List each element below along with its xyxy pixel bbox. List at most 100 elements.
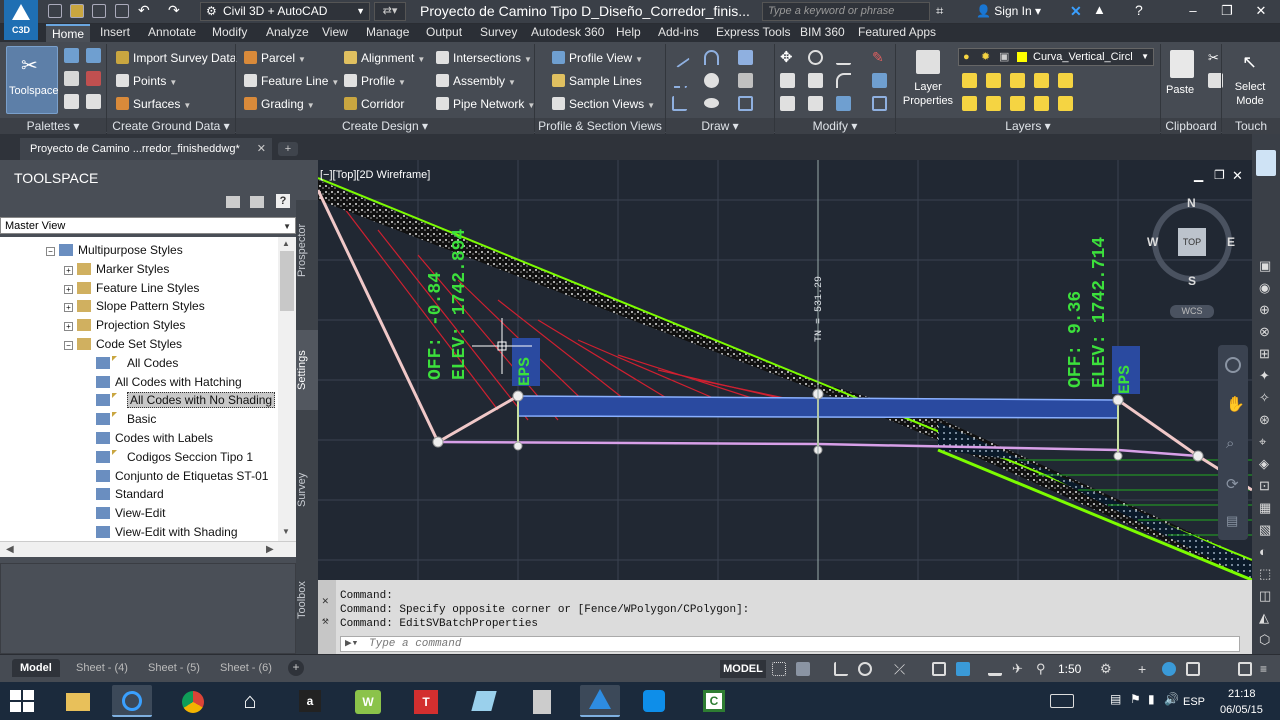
zoom-icon[interactable]: ⌕ bbox=[1226, 435, 1234, 452]
scroll-left-icon[interactable]: ◀ bbox=[6, 542, 14, 558]
tree-item[interactable]: Standard bbox=[96, 485, 164, 503]
compass-w[interactable]: W bbox=[1147, 235, 1158, 249]
annotation-scale-dropdown[interactable]: 1:50 bbox=[1058, 662, 1081, 676]
workspace-dropdown[interactable]: ⚙ Civil 3D + AutoCAD ▼ bbox=[200, 2, 370, 21]
tree-item[interactable]: Basic bbox=[96, 410, 156, 428]
new-tab-button[interactable]: + bbox=[278, 142, 298, 156]
panel-modify[interactable]: Modify ▾ bbox=[775, 118, 895, 134]
copy-icon[interactable] bbox=[780, 73, 795, 88]
tool-icon[interactable]: ⌖ bbox=[1259, 434, 1266, 450]
surfaces-button[interactable]: Surfaces ▼ bbox=[116, 96, 191, 112]
compass-n[interactable]: N bbox=[1187, 196, 1196, 210]
panel-clipboard[interactable]: Clipboard bbox=[1161, 118, 1221, 134]
tab-prospector[interactable]: Prospector bbox=[296, 210, 318, 290]
print-icon[interactable] bbox=[115, 4, 129, 18]
tree-item[interactable]: View-Edit bbox=[96, 504, 165, 522]
layer-tool-icon[interactable] bbox=[1034, 96, 1049, 111]
tool-icon[interactable]: ⊕ bbox=[1259, 302, 1270, 318]
rotate-icon[interactable] bbox=[808, 50, 823, 65]
windows-start-icon[interactable] bbox=[10, 690, 34, 712]
profile-view-button[interactable]: Profile View ▼ bbox=[552, 50, 643, 66]
tab-output[interactable]: Output bbox=[420, 24, 468, 42]
tree-vertical-scrollbar[interactable]: ▲ ▼ bbox=[278, 237, 296, 541]
tool-icon[interactable]: ⬚ bbox=[1259, 566, 1271, 582]
erase-icon[interactable]: ✎ bbox=[872, 50, 887, 65]
fillet-icon[interactable] bbox=[836, 73, 851, 88]
move-icon[interactable]: ✥ bbox=[780, 50, 795, 65]
autocad-civil3d-icon[interactable] bbox=[580, 685, 620, 717]
tool-icon[interactable]: ◫ bbox=[1259, 588, 1271, 604]
command-window-handle[interactable]: ✕ ⚒ bbox=[318, 580, 336, 654]
hatch-icon[interactable] bbox=[738, 73, 753, 88]
scroll-up-icon[interactable]: ▲ bbox=[282, 239, 290, 248]
circle-icon[interactable] bbox=[704, 73, 719, 88]
layer-dropdown[interactable]: ● ✹ ▣ Curva_Vertical_Circl ▼ bbox=[958, 48, 1154, 66]
tool-icon[interactable]: ▧ bbox=[1259, 522, 1271, 538]
properties-icon[interactable] bbox=[64, 48, 79, 63]
viewport-controls[interactable]: [−][Top][2D Wireframe] bbox=[320, 169, 430, 181]
tree-item[interactable]: − Code Set Styles bbox=[64, 335, 182, 353]
viewport-close-button[interactable]: ✕ bbox=[1232, 168, 1243, 184]
steering-wheel-icon[interactable] bbox=[1225, 357, 1241, 373]
clean-screen-icon[interactable] bbox=[1238, 662, 1252, 676]
redo-icon[interactable]: ↷ bbox=[168, 2, 180, 19]
tab-sheet-4[interactable]: Sheet - (4) bbox=[68, 659, 136, 677]
layer-manager-icon[interactable] bbox=[86, 94, 101, 109]
grid-toggle-icon[interactable] bbox=[772, 662, 786, 676]
isodraft-icon[interactable]: ⤫ bbox=[894, 662, 908, 676]
workspace-gear-icon[interactable]: ⚙ bbox=[1100, 662, 1114, 676]
import-survey-button[interactable]: Import Survey Data bbox=[116, 50, 236, 66]
master-view-dropdown[interactable]: Master View ▼ bbox=[0, 217, 296, 234]
parcel-button[interactable]: Parcel ▼ bbox=[244, 50, 306, 66]
tab-help[interactable]: Help bbox=[610, 24, 647, 42]
tab-survey[interactable]: Survey bbox=[296, 450, 318, 530]
save-icon[interactable] bbox=[92, 4, 106, 18]
design-center-icon[interactable] bbox=[64, 71, 79, 86]
help-icon[interactable]: ? bbox=[276, 194, 290, 208]
tree-item[interactable]: All Codes with No Shading bbox=[96, 391, 276, 409]
a360-icon[interactable]: ▲ bbox=[1093, 2, 1106, 17]
assembly-button[interactable]: Assembly ▼ bbox=[436, 73, 516, 89]
hardware-acceleration-icon[interactable] bbox=[1162, 662, 1176, 676]
layer-tool-icon[interactable] bbox=[986, 96, 1001, 111]
share-icon[interactable]: ⇄▾ bbox=[374, 2, 406, 21]
orbit-icon[interactable]: ⟳ bbox=[1226, 475, 1239, 493]
volume-icon[interactable]: 🔊 bbox=[1164, 692, 1179, 706]
network-icon[interactable]: ▤ bbox=[1110, 692, 1121, 706]
c-app-icon[interactable]: C bbox=[694, 685, 734, 717]
w-app-icon[interactable]: W bbox=[348, 685, 388, 717]
arc-icon[interactable] bbox=[704, 50, 719, 65]
app-logo[interactable]: C3D bbox=[4, 0, 38, 40]
tree-item[interactable]: + Feature Line Styles bbox=[64, 279, 199, 297]
tool-icon[interactable]: ✦ bbox=[1259, 368, 1270, 384]
stretch-icon[interactable] bbox=[780, 96, 795, 111]
tab-featured-apps[interactable]: Featured Apps bbox=[852, 24, 942, 42]
teamviewer-icon[interactable] bbox=[634, 685, 674, 717]
tree-item[interactable]: View-Edit with Shading bbox=[96, 523, 238, 541]
battery-icon[interactable]: ▮ bbox=[1148, 692, 1155, 706]
t-app-icon[interactable]: T bbox=[406, 685, 446, 717]
tool-icon[interactable]: ⊡ bbox=[1259, 478, 1270, 494]
tab-autodesk-360[interactable]: Autodesk 360 bbox=[525, 24, 610, 42]
scroll-down-icon[interactable]: ▼ bbox=[282, 527, 290, 536]
layer-tool-icon[interactable] bbox=[986, 73, 1001, 88]
undo-icon[interactable]: ↶ bbox=[138, 2, 150, 19]
amazon-icon[interactable]: a bbox=[290, 685, 330, 717]
panel-layers[interactable]: Layers ▾ bbox=[896, 118, 1160, 134]
lineweight-icon[interactable] bbox=[988, 662, 1002, 676]
tool-icon[interactable]: ⬡ bbox=[1259, 632, 1270, 648]
select-mode-button[interactable]: ↖ Select Mode bbox=[1226, 46, 1276, 116]
flag-icon[interactable]: ⚑ bbox=[1130, 692, 1141, 706]
scroll-right-icon[interactable]: ▶ bbox=[266, 542, 274, 558]
document-tab[interactable]: Proyecto de Camino ...rredor_finisheddwg… bbox=[20, 138, 272, 160]
panel-tab-icon[interactable] bbox=[1256, 150, 1276, 176]
showmotion-icon[interactable]: ▤ bbox=[1226, 513, 1238, 529]
object-snap-icon[interactable] bbox=[932, 662, 946, 676]
tool-palettes-icon[interactable] bbox=[86, 71, 101, 86]
ortho-icon[interactable] bbox=[834, 662, 848, 676]
layer-tool-icon[interactable] bbox=[1058, 96, 1073, 111]
expand-toggle-icon[interactable]: + bbox=[64, 322, 73, 332]
tab-sheet-6[interactable]: Sheet - (6) bbox=[212, 659, 280, 677]
expand-toggle-icon[interactable]: − bbox=[64, 341, 73, 350]
plus-icon[interactable]: + bbox=[1138, 662, 1152, 676]
